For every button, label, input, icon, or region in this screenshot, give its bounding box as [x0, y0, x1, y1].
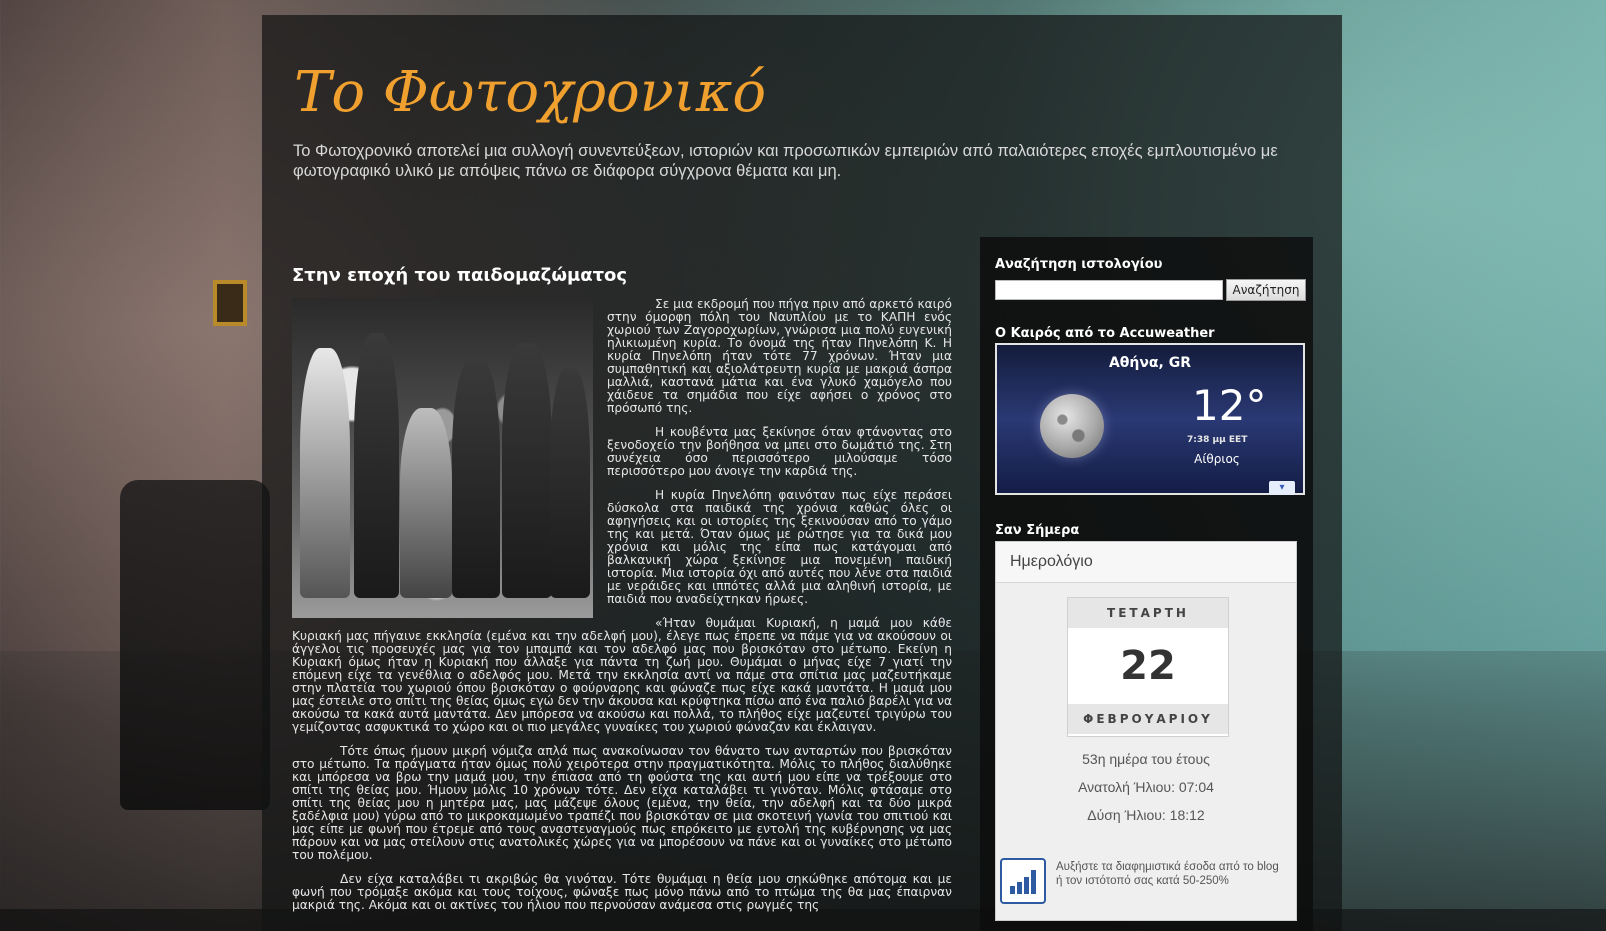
post-paragraph-6: Δεν είχα καταλάβει τι ακριβώς θα γινόταν…	[292, 872, 952, 912]
post-paragraph-5: Τότε όπως ήμουν μικρή νόμιζα απλά πως αν…	[292, 744, 952, 862]
background-armchair	[120, 480, 270, 810]
weather-widget[interactable]: Αθήνα, GR 12° 7:38 μμ EET Αίθριος ▾	[995, 343, 1305, 495]
today-widget-title: Σαν Σήμερα	[995, 523, 1080, 538]
chart-icon	[1000, 858, 1046, 904]
blog-post: Στην εποχή του παιδομαζώματος Σε μια εκδ…	[292, 265, 952, 923]
sunrise-time: Ανατολή Ήλιου: 07:04	[1078, 779, 1214, 795]
sunset-time: Δύση Ήλιου: 18:12	[1087, 807, 1205, 823]
search-widget-title: Αναζήτηση ιστολογίου	[995, 257, 1163, 272]
search-input[interactable]	[995, 280, 1223, 300]
day-of-year: 53η ημέρα του έτους	[1082, 751, 1210, 767]
ad-banner[interactable]: Αυξήστε τα διαφημιστικά έσοδα από το blo…	[1000, 856, 1290, 911]
weather-widget-title: Ο Καιρός από το Accuweather	[995, 326, 1215, 341]
post-title[interactable]: Στην εποχή του παιδομαζώματος	[292, 265, 952, 286]
weather-expand-icon[interactable]: ▾	[1269, 481, 1295, 495]
calendar-date-card: ΤΕΤΑΡΤΗ 22 ΦΕΒΡΟΥΑΡΙΟΥ	[1067, 597, 1229, 737]
post-paragraph-4: «Ήταν θυμάμαι Κυριακή, η μαμά μου κάθε Κ…	[292, 616, 952, 734]
wall-picture-frame	[213, 280, 247, 326]
weather-time: 7:38 μμ EET	[1187, 435, 1248, 445]
sidebar-content: Αναζήτηση ιστολογίου Αναζήτηση Ο Καιρός …	[980, 0, 1313, 931]
weather-condition: Αίθριος	[1194, 452, 1240, 466]
ad-text: Αυξήστε τα διαφημιστικά έσοδα από το blo…	[1056, 861, 1279, 887]
calendar-day-number: 22	[1120, 643, 1176, 689]
blog-title[interactable]: Το Φωτοχρονικό	[294, 60, 766, 125]
calendar-weekday: ΤΕΤΑΡΤΗ	[1068, 598, 1228, 628]
moon-icon	[1040, 394, 1104, 458]
weather-city: Αθήνα, GR	[1108, 355, 1192, 371]
post-body: Σε μια εκδρομή που πήγα πριν από αρκετό …	[292, 298, 952, 912]
post-photo[interactable]	[292, 298, 593, 618]
search-button[interactable]: Αναζήτηση	[1226, 279, 1306, 301]
calendar-month: ΦΕΒΡΟΥΑΡΙΟΥ	[1068, 704, 1228, 734]
calendar-header: Ημερολόγιο	[996, 542, 1296, 583]
calendar-widget: Ημερολόγιο ΤΕΤΑΡΤΗ 22 ΦΕΒΡΟΥΑΡΙΟΥ 53η ημ…	[995, 541, 1297, 921]
weather-temperature: 12°	[1192, 381, 1267, 430]
